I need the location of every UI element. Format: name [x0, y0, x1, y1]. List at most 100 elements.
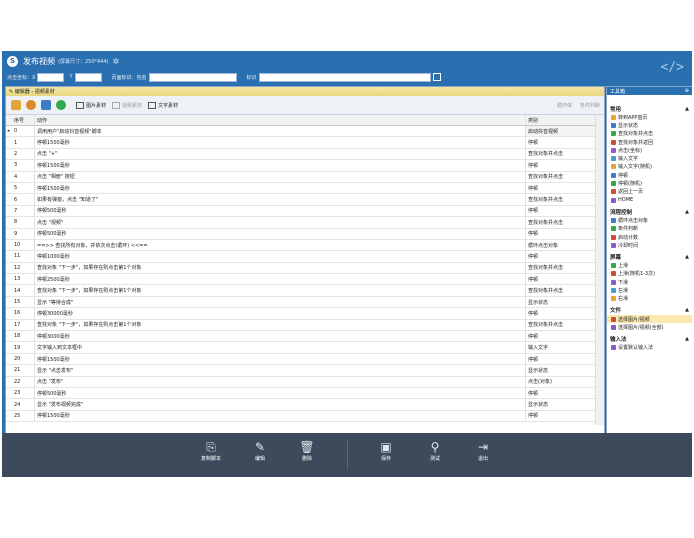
table-row[interactable]: 17 查找对象 "下一步"，如果存在则点击第1个对象 查找对象并点击 [6, 319, 604, 332]
loop-button[interactable]: 循环体 [557, 102, 572, 109]
edit-button[interactable]: ✎ 编辑 [245, 439, 275, 462]
toolbox-item[interactable]: 冷却时间 [607, 241, 692, 249]
table-row[interactable]: 16 停顿30000毫秒 停顿 [6, 308, 604, 320]
toolbox-section[interactable]: 输入法 ▲ [607, 335, 692, 344]
table-row[interactable]: 24 显示 "发布视频完成" 显示状态 [6, 399, 604, 411]
row-action: 停顿1500毫秒 [34, 353, 525, 365]
row-category: 查找对象并点击 [525, 194, 600, 205]
code-view-icon[interactable]: </> [661, 60, 684, 75]
tool-icon [611, 287, 616, 293]
table-row[interactable]: 3 停顿1500毫秒 停顿 [6, 160, 604, 172]
video-material-button[interactable]: 视频素材 [112, 101, 142, 109]
toolbox-item[interactable]: 循环点击对象 [607, 216, 692, 224]
toolbox-item[interactable]: 选择图片/视频 [607, 314, 692, 324]
row-index: 18 [14, 333, 21, 340]
toolbox-item[interactable]: 输入文字 [607, 154, 692, 162]
toolbox-item[interactable]: 停顿(随机) [607, 179, 692, 187]
table-row[interactable]: 7 停顿500毫秒 停顿 [6, 205, 604, 218]
toolbox-item[interactable]: 停顿 [607, 171, 692, 179]
tool-label: 条件判断 [618, 226, 639, 233]
toolbox-item[interactable]: 输入文字(随机) [607, 163, 692, 171]
row-category: 显示状态 [525, 365, 600, 376]
toolbox-item[interactable]: 转到APP首页 [607, 113, 692, 121]
table-row[interactable]: 14 查找对象 "下一步"，如果存在则点击第1个对象 查找对象并点击 [6, 285, 604, 297]
toolbox-section[interactable]: 文件 ▲ [607, 306, 692, 315]
table-row[interactable]: 2 点击 "+" 查找对象并点击 [6, 148, 604, 161]
toolbox-item[interactable]: HOME [607, 196, 692, 204]
settings-icon[interactable]: ✲ [113, 57, 120, 66]
table-row[interactable]: 10 ==>> 查找所有对象，并依次点击(循环) <<== 循环点击对象 [6, 239, 604, 252]
table-row[interactable]: 13 停顿2500毫秒 停顿 [6, 274, 604, 286]
exit-button[interactable]: ⇥ 退出 [468, 439, 498, 462]
table-row[interactable]: 18 停顿3000毫秒 停顿 [6, 331, 604, 343]
toolbox-item[interactable]: 上滑 [607, 261, 692, 269]
toolbox-item[interactable]: 选择图片/视频(全部) [607, 323, 692, 331]
page-input[interactable] [148, 72, 237, 82]
toolbox-item[interactable]: 下滑 [607, 278, 692, 286]
toolbox-section[interactable]: 常用 ▲ [607, 104, 692, 113]
table-row[interactable]: 8 点击 "视频" 查找对象并点击 [6, 217, 604, 229]
toolbox-item[interactable]: 启动计数 [607, 233, 692, 241]
y-input[interactable] [74, 72, 102, 82]
open-folder-icon[interactable] [11, 100, 21, 110]
tool-label: 点击(坐标) [618, 147, 642, 154]
toolbox-item[interactable]: 条件判断 [607, 225, 692, 233]
collapse-icon[interactable]: ▲ [685, 209, 689, 215]
toolbox-item[interactable]: 设置默认输入法 [607, 344, 692, 352]
editor-title: 编辑器 - 视频素材 [14, 89, 55, 95]
toolbox-item[interactable]: 查找对象并返回 [607, 138, 692, 146]
image-material-button[interactable]: 图片素材 [76, 101, 106, 109]
condition-button[interactable]: 条件判断 [580, 102, 600, 109]
x-input[interactable] [37, 72, 65, 82]
trash-icon: 🗑 [299, 440, 315, 454]
toolbox-section[interactable]: 流程控制 ▲ [607, 207, 692, 216]
text-material-button[interactable]: 文字素材 [148, 101, 178, 109]
toolbox-item[interactable]: 左滑 [607, 286, 692, 294]
toolbox-item[interactable]: 右滑 [607, 295, 692, 303]
table-row[interactable]: 9 停顿500毫秒 停顿 [6, 228, 604, 240]
id-input[interactable] [258, 72, 431, 82]
title-bar: S 发布视频 (屏幕尺寸：250*444) ✲ [2, 51, 692, 71]
table-row[interactable]: 5 停顿1500毫秒 停顿 [6, 182, 604, 195]
toolbox-section[interactable]: 屏幕 ▲ [607, 252, 692, 261]
collapse-icon[interactable]: ▲ [685, 106, 689, 112]
copy-icon[interactable] [432, 73, 441, 81]
toolbox-item[interactable]: 返回上一页 [607, 188, 692, 196]
collapse-icon[interactable]: ▲ [685, 254, 689, 260]
table-row[interactable]: 25 停顿1500毫秒 停顿 [6, 410, 604, 423]
collapse-icon[interactable]: ▲ [685, 336, 689, 342]
table-row[interactable]: ▸ 0 调用用户"启动抖音视频"脚本 启动抖音视频 [6, 126, 604, 138]
save-icon: ▣ [380, 440, 392, 454]
delete-button[interactable]: 🗑 删除 [292, 439, 322, 462]
tool-label: 停顿 [618, 172, 629, 179]
save-button[interactable]: ▣ 保存 [371, 439, 401, 462]
table-row[interactable]: 15 显示 "等待合成" 显示状态 [6, 296, 604, 309]
row-action: 停顿1500毫秒 [34, 160, 525, 171]
table-row[interactable]: 11 停顿1000毫秒 停顿 [6, 251, 604, 263]
table-scrollbar[interactable] [595, 115, 604, 425]
toolbox-item[interactable]: 显示状态 [607, 121, 692, 129]
add-list-icon[interactable] [41, 100, 51, 110]
toolbox-item[interactable]: 上滑(随机1-3次) [607, 270, 692, 278]
table-row[interactable]: 20 停顿1500毫秒 停顿 [6, 353, 604, 366]
toolbox-item[interactable]: 查找对象并点击 [607, 130, 692, 138]
table-row[interactable]: 4 点击 "相册" 按钮 查找对象并点击 [6, 171, 604, 183]
table-row[interactable]: 19 文字输入到文本框中 输入文字 [6, 342, 604, 354]
tool-icon [611, 131, 616, 137]
table-row[interactable]: 6 如果有弹窗，点击 "知道了" 查找对象并点击 [6, 194, 604, 206]
table-row[interactable]: 1 停顿1500毫秒 停顿 [6, 137, 604, 149]
pen-icon[interactable] [26, 100, 36, 110]
table-row[interactable]: 23 停顿500毫秒 停顿 [6, 387, 604, 400]
tool-label: 循环点击对象 [618, 217, 649, 224]
refresh-icon[interactable] [56, 100, 66, 110]
row-action: 点击 "视频" [34, 217, 525, 228]
row-category: 查找对象并点击 [525, 171, 600, 182]
table-row[interactable]: 22 点击 "发布" 点击(对象) [6, 376, 604, 388]
table-row[interactable]: 12 查找对象 "下一步"，如果存在则点击第1个对象 查找对象并点击 [6, 262, 604, 275]
pin-icon[interactable]: ⊕ [685, 88, 689, 94]
test-button[interactable]: ⚲ 测试 [420, 439, 450, 462]
toolbox-item[interactable]: 点击(坐标) [607, 146, 692, 154]
table-row[interactable]: 21 显示 "点击发布" 显示状态 [6, 365, 604, 377]
copy-script-button[interactable]: ⎘ 复制脚本 [196, 439, 226, 462]
collapse-icon[interactable]: ▲ [685, 307, 689, 313]
